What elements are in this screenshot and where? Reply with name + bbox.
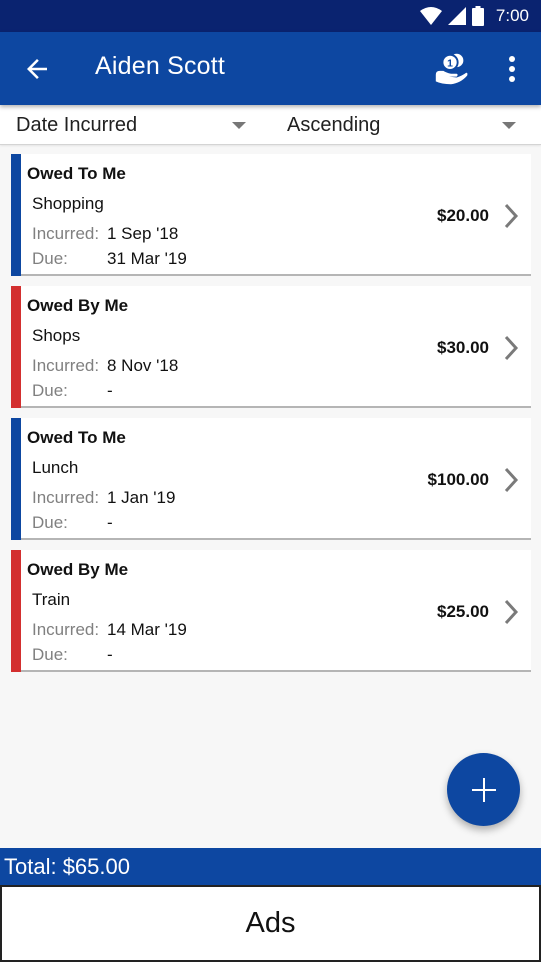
due-row: Due: -	[32, 381, 113, 401]
sort-field-dropdown[interactable]: Date Incurred	[16, 105, 256, 145]
debt-direction-stripe	[11, 418, 21, 540]
hand-coin-icon[interactable]: 1	[432, 50, 470, 88]
incurred-label: Incurred:	[32, 224, 100, 243]
due-date: -	[107, 645, 113, 664]
incurred-row: Incurred: 14 Mar '19	[32, 620, 187, 640]
debt-card[interactable]: Owed To Me Shopping Incurred: 1 Sep '18 D…	[11, 154, 531, 276]
due-row: Due: 31 Mar '19	[32, 249, 187, 269]
incurred-label: Incurred:	[32, 356, 100, 375]
debt-amount: $20.00	[437, 206, 489, 225]
sort-order-value: Ascending	[287, 113, 381, 136]
due-date: -	[107, 381, 113, 400]
chevron-right-icon	[504, 203, 519, 229]
incurred-date: 8 Nov '18	[107, 356, 179, 375]
add-debt-button[interactable]	[447, 753, 520, 826]
chevron-right-icon	[504, 335, 519, 361]
incurred-label: Incurred:	[32, 488, 100, 507]
due-row: Due: -	[32, 645, 113, 665]
due-label: Due:	[32, 249, 68, 268]
incurred-date: 1 Sep '18	[107, 224, 179, 243]
debt-amount: $100.00	[427, 470, 489, 489]
incurred-row: Incurred: 1 Sep '18	[32, 224, 178, 244]
due-label: Due:	[32, 645, 68, 664]
debt-card[interactable]: Owed By Me Train Incurred: 14 Mar '19 Due…	[11, 550, 531, 672]
incurred-row: Incurred: 8 Nov '18	[32, 356, 178, 376]
more-vertical-icon[interactable]	[500, 54, 524, 84]
debt-description: Shopping	[32, 194, 104, 213]
chevron-right-icon	[504, 467, 519, 493]
plus-icon	[471, 777, 496, 802]
due-label: Due:	[32, 513, 68, 532]
status-bar: 7:00	[0, 0, 541, 32]
debt-description: Lunch	[32, 458, 79, 477]
cell-signal-icon	[447, 7, 466, 25]
arrow-left-icon[interactable]	[22, 54, 52, 84]
incurred-label: Incurred:	[32, 620, 100, 639]
debt-direction-stripe	[11, 154, 21, 276]
sort-field-value: Date Incurred	[16, 113, 138, 136]
battery-icon	[471, 6, 484, 26]
debt-type: Owed To Me	[27, 164, 126, 183]
due-date: 31 Mar '19	[107, 249, 187, 268]
due-row: Due: -	[32, 513, 113, 533]
debt-list: Owed To Me Shopping Incurred: 1 Sep '18 D…	[11, 154, 531, 682]
total-bar: Total: $65.00	[0, 848, 541, 885]
due-date: -	[107, 513, 113, 532]
page-title: Aiden Scott	[95, 52, 226, 80]
debt-type: Owed By Me	[27, 296, 129, 315]
app-bar: Aiden Scott 1	[0, 32, 541, 105]
debt-type: Owed By Me	[27, 560, 129, 579]
sort-bar: Date Incurred Ascending	[0, 105, 541, 145]
debt-amount: $30.00	[437, 338, 489, 357]
ad-banner[interactable]: Ads	[0, 885, 541, 962]
status-time: 7:00	[495, 6, 529, 25]
caret-down-icon	[502, 122, 516, 129]
incurred-date: 14 Mar '19	[107, 620, 187, 639]
incurred-row: Incurred: 1 Jan '19	[32, 488, 175, 508]
debt-card[interactable]: Owed By Me Shops Incurred: 8 Nov '18 Due:…	[11, 286, 531, 408]
debt-direction-stripe	[11, 550, 21, 672]
debt-description: Shops	[32, 326, 81, 345]
debt-description: Train	[32, 590, 71, 609]
debt-amount: $25.00	[437, 602, 489, 621]
chevron-right-icon	[504, 599, 519, 625]
svg-text:1: 1	[447, 59, 453, 70]
sort-order-dropdown[interactable]: Ascending	[287, 105, 527, 145]
caret-down-icon	[232, 122, 246, 129]
incurred-date: 1 Jan '19	[107, 488, 176, 507]
wifi-icon	[419, 7, 442, 25]
debt-direction-stripe	[11, 286, 21, 408]
debt-card[interactable]: Owed To Me Lunch Incurred: 1 Jan '19 Due:…	[11, 418, 531, 540]
debt-type: Owed To Me	[27, 428, 126, 447]
due-label: Due:	[32, 381, 68, 400]
